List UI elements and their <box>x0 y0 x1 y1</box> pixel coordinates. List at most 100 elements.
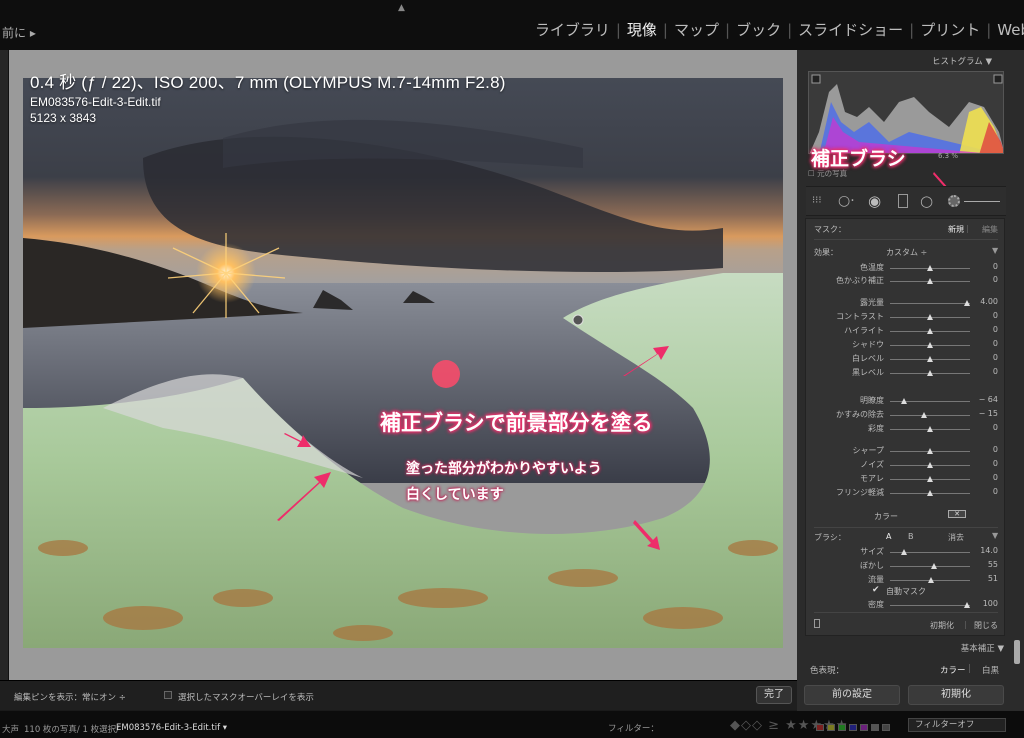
slider-track[interactable] <box>890 476 970 482</box>
slider-value[interactable]: 0 <box>993 262 998 271</box>
mask-edit-button[interactable]: 編集 <box>982 224 998 235</box>
module-slideshow[interactable]: スライドショー <box>798 19 903 40</box>
slider-track[interactable] <box>890 328 970 334</box>
slider-thumb[interactable] <box>927 426 933 432</box>
slider-track[interactable] <box>890 342 970 348</box>
module-web[interactable]: Web <box>997 21 1024 39</box>
radial-filter-icon[interactable]: ○ <box>920 192 933 210</box>
spot-removal-icon[interactable]: ○· <box>838 193 855 209</box>
slider-track[interactable] <box>890 356 970 362</box>
basic-panel-title[interactable]: 基本補正 ▼ <box>961 642 1004 654</box>
brush-collapse-icon[interactable]: ▼ <box>992 531 998 540</box>
slider-value[interactable]: 51 <box>988 574 998 583</box>
slider-thumb[interactable] <box>927 370 933 376</box>
slider-value[interactable]: 55 <box>988 560 998 569</box>
effect-collapse-icon[interactable]: ▼ <box>992 246 998 255</box>
slider-value[interactable]: 4.00 <box>980 297 998 306</box>
slider-thumb[interactable] <box>927 577 934 583</box>
slider-track[interactable] <box>890 278 970 284</box>
filter-off-select[interactable]: フィルターオフ <box>908 718 1006 732</box>
module-book[interactable]: ブック <box>736 19 781 40</box>
slider-thumb[interactable] <box>901 398 908 404</box>
reset-button[interactable]: 初期化 <box>908 685 1004 705</box>
slider-value[interactable]: 0 <box>993 311 998 320</box>
effect-preset-select[interactable]: カスタム ÷ <box>886 247 927 258</box>
slider-track[interactable] <box>890 549 970 555</box>
slider-value[interactable]: 14.0 <box>980 546 998 555</box>
show-pins-select[interactable]: 編集ピンを表示：常にオン ÷ <box>14 691 126 703</box>
graduated-filter-icon[interactable] <box>898 194 908 208</box>
slider-value[interactable]: 0 <box>993 459 998 468</box>
brush-a-button[interactable]: A <box>886 532 891 541</box>
color-label-filter[interactable] <box>816 724 890 731</box>
slider-thumb[interactable] <box>927 356 933 362</box>
current-file[interactable]: EM083576-Edit-3-Edit.tif ▾ <box>116 723 227 733</box>
module-library[interactable]: ライブラリ <box>535 19 610 40</box>
slider-track[interactable] <box>890 577 970 583</box>
slider-thumb[interactable] <box>927 314 933 320</box>
slider-value[interactable]: 0 <box>993 487 998 496</box>
close-link[interactable]: 閉じる <box>974 620 998 631</box>
slider-thumb[interactable] <box>927 265 933 271</box>
slider-thumb[interactable] <box>927 462 933 468</box>
slider-track[interactable] <box>890 462 970 468</box>
treatment-bw-button[interactable]: 白黒 <box>982 664 999 676</box>
slider-thumb[interactable] <box>900 549 907 555</box>
slider-thumb[interactable] <box>927 476 933 482</box>
left-panel-collapsed[interactable] <box>0 50 9 680</box>
slider-track[interactable] <box>890 448 970 454</box>
module-print[interactable]: プリント <box>920 19 980 40</box>
color-swatch[interactable]: ✕ <box>948 510 966 518</box>
photo-canvas[interactable] <box>23 78 783 648</box>
slider-thumb[interactable] <box>963 300 970 306</box>
treatment-color-button[interactable]: カラー <box>940 664 966 676</box>
panel-toggle-icon[interactable] <box>814 619 820 628</box>
module-map[interactable]: マップ <box>674 19 719 40</box>
slider-thumb[interactable] <box>927 342 933 348</box>
redeye-icon[interactable]: ◉ <box>868 192 881 210</box>
module-develop[interactable]: 現像 <box>627 19 657 40</box>
slider-value[interactable]: 0 <box>993 473 998 482</box>
reset-link[interactable]: 初期化 <box>930 620 954 631</box>
mask-new-button[interactable]: 新規 <box>948 224 964 235</box>
histogram-title[interactable]: ヒストグラム ▼ <box>932 55 992 67</box>
slider-thumb[interactable] <box>927 278 933 284</box>
slider-track[interactable] <box>890 426 970 432</box>
slider-value[interactable]: − 64 <box>979 395 998 404</box>
crop-icon[interactable]: ⁝⁝⁝ <box>812 195 822 206</box>
adjustment-brush-icon[interactable] <box>948 195 960 207</box>
auto-mask-checkbox[interactable]: ✔ <box>872 585 880 595</box>
brush-erase-button[interactable]: 消去 <box>948 532 964 543</box>
slider-track[interactable] <box>890 370 970 376</box>
slider-thumb[interactable] <box>920 412 927 418</box>
overlay-checkbox[interactable] <box>164 691 172 699</box>
slider-track[interactable] <box>890 300 970 306</box>
slider-track[interactable] <box>890 398 970 404</box>
slider-value[interactable]: 0 <box>993 339 998 348</box>
collapse-arrow-icon[interactable]: ▲ <box>398 3 405 13</box>
slider-track[interactable] <box>890 265 970 271</box>
slider-track[interactable] <box>890 490 970 496</box>
slider-value[interactable]: 0 <box>993 325 998 334</box>
brush-b-button[interactable]: B <box>908 532 914 541</box>
slider-track[interactable] <box>890 563 970 569</box>
slider-track[interactable] <box>890 314 970 320</box>
slider-thumb[interactable] <box>927 448 933 454</box>
slider-thumb[interactable] <box>963 602 970 608</box>
slider-value[interactable]: 0 <box>993 367 998 376</box>
slider-value[interactable]: 100 <box>983 599 998 608</box>
done-button[interactable]: 完了 <box>756 686 792 704</box>
slider-value[interactable]: 0 <box>993 423 998 432</box>
slider-value[interactable]: 0 <box>993 445 998 454</box>
slider-value[interactable]: − 15 <box>979 409 998 418</box>
slider-thumb[interactable] <box>927 490 933 496</box>
slider-thumb[interactable] <box>927 328 933 334</box>
right-panel-scrollbar[interactable] <box>1014 640 1020 664</box>
slider-track[interactable] <box>890 602 970 608</box>
slider-track[interactable] <box>890 412 970 418</box>
slider-value[interactable]: 0 <box>993 275 998 284</box>
previous-settings-button[interactable]: 前の設定 <box>804 685 900 705</box>
slider-value[interactable]: 0 <box>993 353 998 362</box>
slider-thumb[interactable] <box>931 563 937 569</box>
back-button[interactable]: 前に ▸ <box>2 24 36 41</box>
